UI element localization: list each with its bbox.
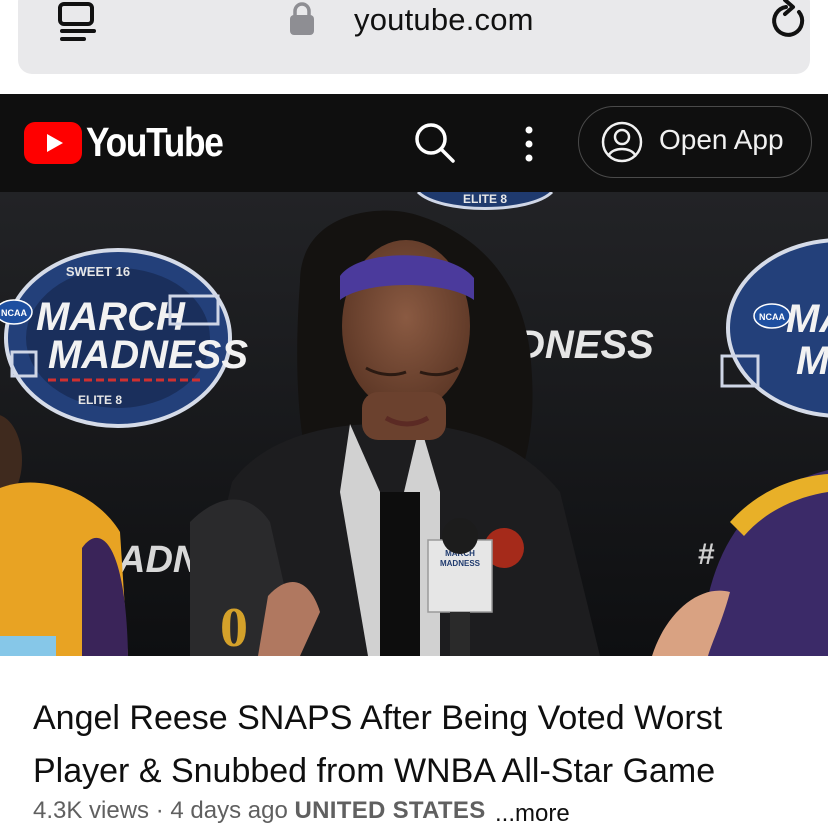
lock-icon xyxy=(290,2,314,35)
video-meta: 4.3K views · 4 days ago UNITED STATES xyxy=(33,797,486,825)
svg-text:ELITE 8: ELITE 8 xyxy=(78,393,122,407)
search-icon[interactable] xyxy=(412,120,458,166)
svg-text:SWEET 16: SWEET 16 xyxy=(66,264,130,279)
account-icon xyxy=(601,121,643,163)
meta-separator: · xyxy=(155,797,164,824)
jacket-number: 0 xyxy=(220,597,248,656)
more-description-button[interactable]: ...more xyxy=(495,800,570,828)
browser-toolbar: youtube.com xyxy=(0,0,828,94)
youtube-wordmark[interactable]: YouTube xyxy=(86,119,224,166)
open-app-button[interactable]: Open App xyxy=(578,106,812,178)
video-player[interactable]: ELITE 8 SWEET 16 ELITE 8 MARCH MADNESS N… xyxy=(0,192,828,656)
video-frame: ELITE 8 SWEET 16 ELITE 8 MARCH MADNESS N… xyxy=(0,192,828,656)
svg-text:NCAA: NCAA xyxy=(759,312,785,322)
tabs-icon[interactable] xyxy=(58,0,98,46)
svg-text:MADNESS: MADNESS xyxy=(48,333,248,377)
youtube-play-logo-icon[interactable] xyxy=(24,122,82,164)
url-bar[interactable]: youtube.com xyxy=(18,0,810,74)
svg-text:MADNESS: MADNESS xyxy=(440,559,481,568)
svg-text:ELITE 8: ELITE 8 xyxy=(463,192,507,206)
country-tag: UNITED STATES xyxy=(294,797,486,824)
backdrop-madness-text: DNESS xyxy=(516,323,654,367)
svg-text:NCAA: NCAA xyxy=(1,308,27,318)
url-text[interactable]: youtube.com xyxy=(354,2,534,38)
svg-text:MA: MA xyxy=(786,297,828,341)
backdrop-hashtag-text: # xyxy=(698,538,715,571)
backdrop-adn-text: ADN xyxy=(117,539,202,581)
more-vertical-icon[interactable] xyxy=(519,122,539,166)
open-app-label: Open App xyxy=(659,124,784,155)
view-count: 4.3K views xyxy=(33,797,150,824)
reload-icon[interactable] xyxy=(766,0,810,42)
svg-text:M: M xyxy=(796,339,828,383)
upload-age: 4 days ago xyxy=(170,797,288,824)
video-title[interactable]: Angel Reese SNAPS After Being Voted Wors… xyxy=(33,692,803,798)
youtube-header: YouTube Open App xyxy=(0,94,828,192)
